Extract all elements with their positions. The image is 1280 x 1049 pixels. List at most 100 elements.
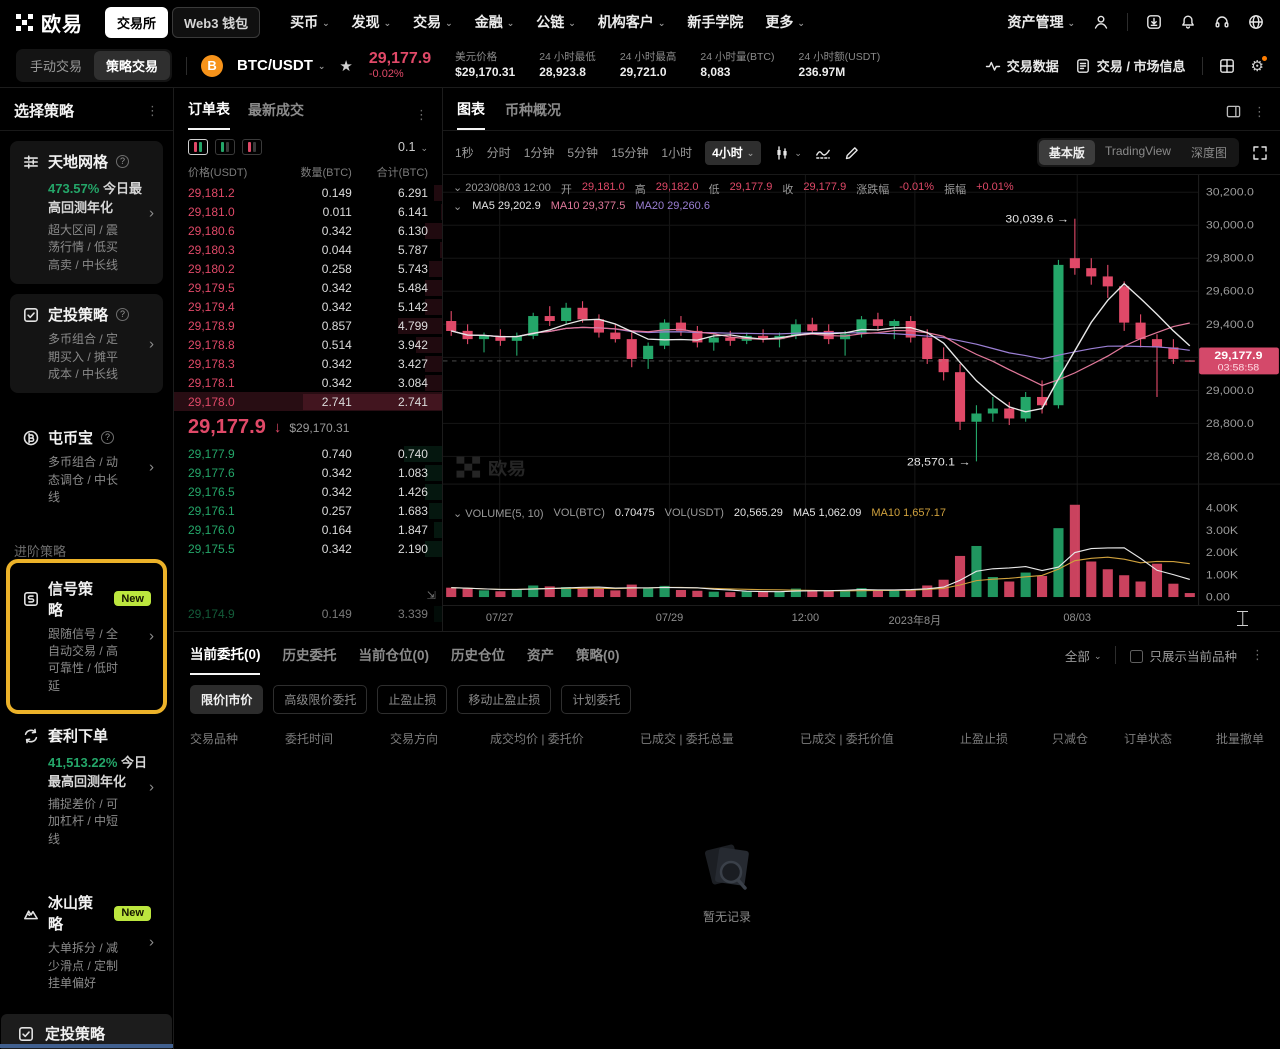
orderbook-tab-订单表[interactable]: 订单表 — [188, 99, 230, 130]
bid-row[interactable]: 29,176.10.2571.683 — [174, 501, 442, 520]
nav-toggle-web3[interactable]: Web3 钱包 — [172, 7, 260, 38]
interval-1分钟[interactable]: 1分钟 — [524, 144, 555, 161]
layout-grid-icon[interactable] — [1219, 58, 1235, 74]
filter-高级限价委托[interactable]: 高级限价委托 — [273, 685, 367, 714]
support-icon[interactable] — [1214, 14, 1230, 30]
nav-item-机构客户[interactable]: 机构客户⌄ — [598, 12, 666, 32]
view-TradingView[interactable]: TradingView — [1095, 140, 1181, 165]
favorite-star-icon[interactable]: ★ — [339, 57, 352, 75]
nav-item-交易[interactable]: 交易⌄ — [413, 12, 453, 32]
ask-row[interactable]: 29,179.50.3425.484 — [174, 278, 442, 297]
interval-5分钟[interactable]: 5分钟 — [567, 144, 598, 161]
mode-手动交易[interactable]: 手动交易 — [18, 51, 94, 80]
strategy-card-信号策略[interactable]: 信号策略New跟随信号 / 全自动交易 / 高可靠性 / 低时延› — [10, 568, 163, 706]
ask-row[interactable]: 29,178.10.3423.084 — [174, 373, 442, 392]
settings-gear-icon[interactable]: ⚙ — [1251, 57, 1264, 75]
view-基本版[interactable]: 基本版 — [1039, 140, 1095, 165]
ask-row[interactable]: 29,180.30.0445.787 — [174, 240, 442, 259]
orderbook-last-row[interactable]: 29,174.90.1493.339 — [174, 604, 442, 623]
link-交易 / 市场信息[interactable]: 交易 / 市场信息 — [1075, 56, 1186, 75]
interval-15分钟[interactable]: 15分钟 — [611, 144, 648, 161]
info-icon[interactable]: ? — [116, 155, 129, 168]
ask-row[interactable]: 29,180.60.3426.130 — [174, 221, 442, 240]
ask-row[interactable]: 29,180.20.2585.743 — [174, 259, 442, 278]
nav-item-更多[interactable]: 更多⌄ — [765, 12, 805, 32]
globe-icon[interactable] — [1248, 14, 1264, 30]
strategy-card-屯币宝[interactable]: 屯币宝?多币组合 / 动态调仓 / 中长线› — [10, 417, 163, 516]
chart-canvas[interactable]: ⌄ 2023/08/03 12:00 开 29,181.0 高 29,182.0… — [443, 175, 1280, 605]
chart-tab-图表[interactable]: 图表 — [457, 99, 485, 130]
nav-item-金融[interactable]: 金融⌄ — [475, 12, 515, 32]
indicator-icon[interactable] — [815, 145, 831, 161]
ask-row[interactable]: 29,181.20.1496.291 — [174, 183, 442, 202]
chart-tab-币种概况[interactable]: 币种概况 — [505, 100, 561, 129]
filter-限价|市价[interactable]: 限价|市价 — [190, 685, 263, 714]
bid-row[interactable]: 29,176.50.3421.426 — [174, 482, 442, 501]
orders-tab-策略(0)[interactable]: 策略(0) — [576, 644, 620, 674]
view-深度图[interactable]: 深度图 — [1181, 140, 1237, 165]
bid-row[interactable]: 29,177.90.7400.740 — [174, 444, 442, 463]
download-icon[interactable] — [1146, 14, 1162, 30]
resize-corner-icon[interactable]: ⇲ — [427, 589, 436, 602]
orders-tab-历史委托[interactable]: 历史委托 — [282, 644, 336, 674]
depth-view-both-icon[interactable] — [188, 139, 208, 155]
depth-view-asks-icon[interactable] — [242, 139, 262, 155]
pair-selector[interactable]: BTC/USDT⌄ — [237, 57, 325, 74]
chart-type-selector[interactable]: ⌄ — [774, 145, 802, 161]
mode-策略交易[interactable]: 策略交易 — [94, 51, 170, 80]
orders-tab-当前委托(0)[interactable]: 当前委托(0) — [190, 643, 261, 675]
orderbook-more-icon[interactable]: ⋮ — [415, 107, 428, 123]
bid-row[interactable]: 29,174.90.1493.339 — [174, 604, 442, 623]
info-icon[interactable]: ? — [101, 431, 114, 444]
only-current-checkbox[interactable]: 只展示当前品种 — [1130, 646, 1237, 665]
pencil-icon[interactable] — [844, 145, 860, 161]
ask-row[interactable]: 29,181.00.0116.141 — [174, 202, 442, 221]
ask-row[interactable]: 29,178.30.3423.427 — [174, 354, 442, 373]
nav-item-买币[interactable]: 买币⌄ — [290, 12, 330, 32]
strategy-card-冰山策略[interactable]: 冰山策略New大单拆分 / 减少滑点 / 定制挂单偏好› — [10, 882, 163, 1002]
bid-row[interactable]: 29,177.60.3421.083 — [174, 463, 442, 482]
interval-selected[interactable]: 4小时⌄ — [705, 141, 761, 165]
link-交易数据[interactable]: 交易数据 — [985, 56, 1059, 75]
strategy-card-天地网格[interactable]: 天地网格?473.57% 今日最高回测年化超大区间 / 震荡行情 / 低买高卖 … — [10, 141, 163, 284]
orders-tab-资产[interactable]: 资产 — [527, 644, 554, 674]
nav-item-发现[interactable]: 发现⌄ — [352, 12, 392, 32]
orders-tab-当前仓位(0)[interactable]: 当前仓位(0) — [358, 644, 429, 674]
bid-row[interactable]: 29,175.50.3422.190 — [174, 539, 442, 558]
orderbook-tab-最新成交[interactable]: 最新成交 — [248, 100, 304, 129]
bid-row[interactable]: 29,176.00.1641.847 — [174, 520, 442, 539]
depth-view-bids-icon[interactable] — [215, 139, 235, 155]
nav-item-新手学院[interactable]: 新手学院 — [687, 12, 743, 32]
ask-row[interactable]: 29,178.90.8574.799 — [174, 316, 442, 335]
bell-icon[interactable] — [1180, 14, 1196, 30]
orders-tab-历史仓位[interactable]: 历史仓位 — [451, 644, 505, 674]
interval-分时[interactable]: 分时 — [487, 144, 511, 161]
interval-1秒[interactable]: 1秒 — [455, 144, 474, 161]
candlestick-volume-chart[interactable]: 30,200.030,000.029,800.029,600.029,400.0… — [443, 175, 1280, 605]
ask-row[interactable]: 29,178.80.5143.942 — [174, 335, 442, 354]
nav-toggle-exchange[interactable]: 交易所 — [105, 7, 168, 38]
filter-止盈止损[interactable]: 止盈止损 — [377, 685, 447, 714]
scope-selector[interactable]: 全部⌄ — [1065, 646, 1102, 665]
interval-1小时[interactable]: 1小时 — [661, 144, 692, 161]
orders-more-icon[interactable]: ⋮ — [1251, 647, 1264, 663]
expand-icon[interactable] — [1252, 145, 1268, 161]
panel-layout-icon[interactable] — [1226, 104, 1241, 119]
assets-menu[interactable]: 资产管理⌄ — [1007, 12, 1075, 32]
user-icon[interactable] — [1093, 14, 1109, 30]
ask-row[interactable]: 29,179.40.3425.142 — [174, 297, 442, 316]
strategy-card-套利下单[interactable]: 套利下单41,513.22% 今日最高回测年化捕捉差价 / 可加杠杆 / 中短线… — [10, 715, 163, 858]
chart-more-icon[interactable]: ⋮ — [1253, 104, 1266, 120]
sidebar-more-icon[interactable]: ⋮ — [146, 103, 159, 119]
filter-移动止盈止损[interactable]: 移动止盈止损 — [457, 685, 551, 714]
info-icon[interactable]: ? — [116, 308, 129, 321]
nav-item-公链[interactable]: 公链⌄ — [536, 12, 576, 32]
okx-logo[interactable]: 欧易 — [16, 8, 83, 37]
strategy-card-定投策略[interactable]: 定投策略?多币组合 / 定期买入 / 摊平成本 / 中长线› — [10, 294, 163, 393]
orderbook-current-price[interactable]: 29,177.9 ↓ $29,170.31 — [174, 411, 442, 444]
filter-计划委托[interactable]: 计划委托 — [561, 685, 631, 714]
precision-selector[interactable]: 0.1⌄ — [398, 140, 428, 154]
sidebar-scroll-indicator[interactable] — [0, 1044, 174, 1048]
ask-row[interactable]: 29,178.02.7412.741 — [174, 392, 442, 411]
crosshair-measure-icon[interactable] — [1237, 611, 1248, 626]
